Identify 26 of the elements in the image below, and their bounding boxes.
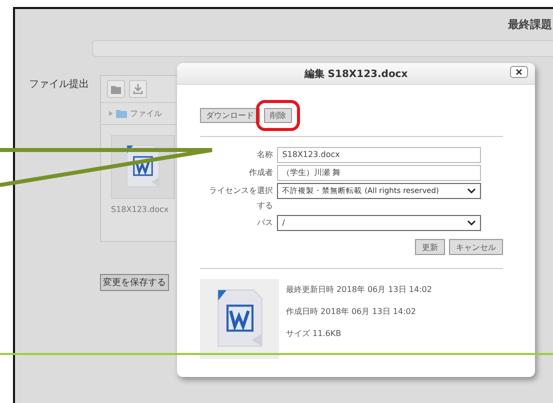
dialog-title: 編集 S18X123.docx	[304, 68, 408, 80]
download-button[interactable]: ダウンロード	[200, 108, 260, 123]
folder-name[interactable]: ファイル	[130, 108, 162, 119]
download-icon	[133, 84, 143, 94]
field-label: ライセンスを選択する	[208, 185, 274, 212]
close-icon	[516, 69, 522, 75]
cancel-button[interactable]: キャンセル	[449, 239, 503, 255]
chevron-down-icon	[467, 188, 476, 194]
file-info-text: サイズ 11.6KB	[286, 328, 342, 339]
section-label: ファイル提出	[29, 78, 90, 92]
field-label: 名称	[256, 149, 274, 161]
page-title: 最終課題	[508, 17, 552, 32]
field-label: パス	[256, 217, 274, 229]
input-field[interactable]: S18X123.docx	[277, 147, 482, 163]
chevron-down-icon	[467, 220, 476, 226]
save-changes-button[interactable]: 変更を保存する	[100, 274, 169, 291]
file-info-text: 作成日時 2018年 06月 13日 14:02	[286, 306, 417, 317]
close-button[interactable]	[510, 66, 528, 78]
file-name: S18X123.docx	[111, 205, 169, 214]
folder-icon	[116, 110, 127, 118]
update-button[interactable]: 更新	[415, 239, 445, 255]
folder-icon	[111, 84, 121, 94]
file-info-text: 最終更新日時 2018年 06月 13日 14:02	[286, 284, 432, 295]
expand-arrow-icon	[109, 111, 113, 116]
input-field[interactable]: （学生）川瀬 舞	[277, 165, 482, 181]
field-label: 作成者	[248, 167, 274, 179]
